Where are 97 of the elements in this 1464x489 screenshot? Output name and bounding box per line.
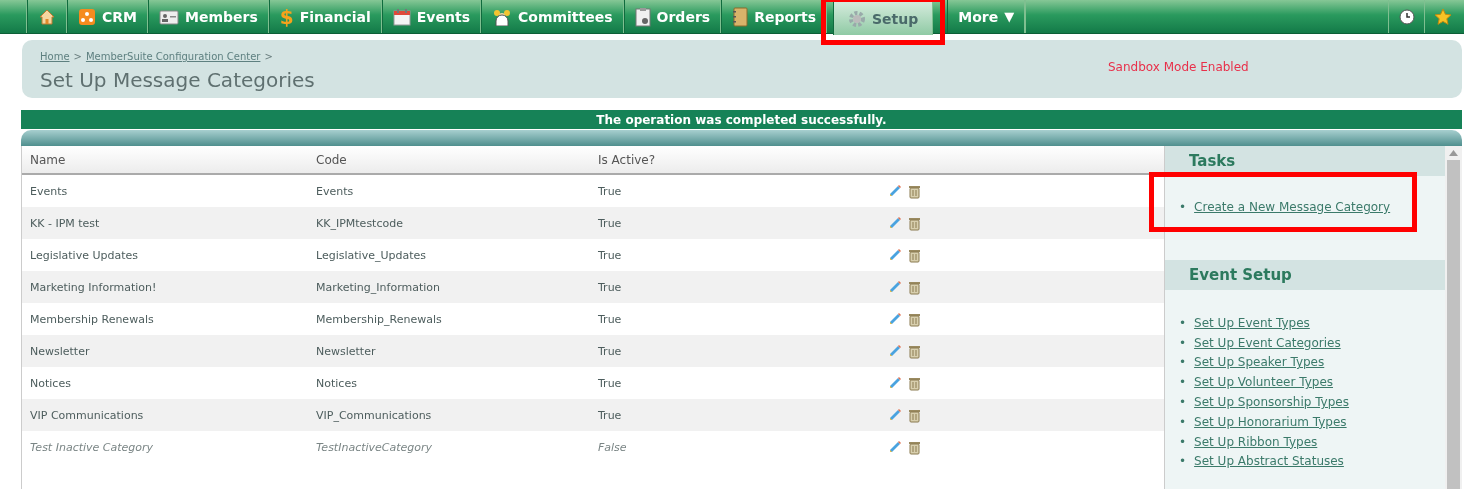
pencil-icon[interactable] <box>888 439 902 454</box>
nav-tab[interactable]: Events <box>381 0 481 33</box>
list-bullet: • <box>1179 374 1187 392</box>
sidebar-link[interactable]: Set Up Sponsorship Types <box>1194 393 1349 413</box>
house-icon <box>38 7 56 26</box>
dollar-icon: $ <box>279 4 294 29</box>
table-cell-text: Legislative Updates <box>29 248 139 262</box>
nav-tab[interactable]: $ Financial <box>268 0 382 33</box>
table-cell-text: KK - IPM test <box>29 216 101 230</box>
pencil-icon[interactable] <box>888 183 902 198</box>
success-message: The operation was completed successfully. <box>21 110 1462 129</box>
page-title: Set Up Message Categories <box>40 68 316 92</box>
list-bullet: • <box>1179 394 1187 411</box>
pencil-icon[interactable] <box>888 215 902 230</box>
nav-tab[interactable]: Orders <box>623 0 722 33</box>
clock-icon <box>1398 8 1415 25</box>
table-cell-text: Marketing Information! <box>29 280 158 294</box>
breadcrumb-link[interactable]: MemberSuite Configuration Center <box>85 51 261 62</box>
people-icon <box>492 7 512 26</box>
trash-icon[interactable] <box>908 343 921 359</box>
trash-icon[interactable] <box>908 215 921 231</box>
table-cell-text: Events <box>29 184 69 198</box>
table-cell-text: Marketing_Information <box>315 280 441 294</box>
nav-tab[interactable] <box>27 0 67 33</box>
nav-tab[interactable]: Setup <box>833 2 934 35</box>
breadcrumb-link[interactable]: Home <box>40 51 70 62</box>
trash-icon[interactable] <box>908 183 921 199</box>
table-cell-text: True <box>597 376 623 390</box>
list-bullet: • <box>1179 413 1187 431</box>
table-cell-text: Test Inactive Category <box>29 440 155 454</box>
trash-icon[interactable] <box>908 311 921 327</box>
sidebar-link[interactable]: Set Up Ribbon Types <box>1194 432 1318 453</box>
gear-icon <box>848 9 866 28</box>
nav-tab[interactable]: Reports <box>721 0 827 33</box>
pencil-icon[interactable] <box>888 311 902 326</box>
table-cell-text: True <box>597 248 623 262</box>
calendar-icon <box>392 7 411 26</box>
pencil-icon[interactable] <box>888 343 902 358</box>
table-cell-text: Notices <box>315 376 358 390</box>
breadcrumb-separator: > <box>264 51 273 62</box>
breadcrumb-separator: > <box>73 51 82 62</box>
more-menu[interactable]: More ▼ <box>947 0 1026 33</box>
table-cell-text: VIP_Communications <box>315 408 433 422</box>
sidebar-link[interactable]: Set Up Speaker Types <box>1194 353 1325 374</box>
clipboard-icon <box>634 6 651 27</box>
star-icon <box>1433 7 1452 26</box>
table-cell-text: True <box>597 408 623 422</box>
table-cell-text: TestInactiveCategory <box>315 440 434 454</box>
table-cell-text: False <box>597 440 628 454</box>
trash-icon[interactable] <box>908 375 921 391</box>
table-cell-text: True <box>597 312 623 326</box>
trash-icon[interactable] <box>908 439 921 455</box>
table-cell-text: VIP Communications <box>29 408 145 422</box>
table-cell-text: Events <box>315 184 355 198</box>
pencil-icon[interactable] <box>888 375 902 390</box>
pencil-icon[interactable] <box>888 247 902 262</box>
list-bullet: • <box>1179 433 1187 451</box>
table-cell-text: Membership Renewals <box>29 312 155 326</box>
crm-icon <box>78 7 96 26</box>
table-cell-text: KK_IPMtestcode <box>315 216 404 230</box>
id-card-icon <box>159 8 179 25</box>
list-bullet: • <box>1179 199 1187 216</box>
table-cell-text: True <box>597 184 623 198</box>
pencil-icon[interactable] <box>888 279 902 294</box>
sidebar-link[interactable]: Set Up Event Categories <box>1194 333 1341 354</box>
trash-icon[interactable] <box>908 407 921 423</box>
table-cell-text: Legislative_Updates <box>315 248 427 262</box>
column-header: Code <box>315 152 348 167</box>
column-header: Is Active? <box>597 152 657 167</box>
nav-tab[interactable]: Committees <box>481 0 624 33</box>
sidebar-link[interactable]: Set Up Honorarium Types <box>1194 412 1347 433</box>
table-cell-text: Membership_Renewals <box>315 312 443 326</box>
sidebar-link[interactable]: Set Up Volunteer Types <box>1194 373 1333 393</box>
list-bullet: • <box>1179 453 1187 471</box>
sidebar-heading: Event Setup <box>1165 259 1445 290</box>
sidebar-link[interactable]: Set Up Abstract Statuses <box>1194 452 1344 473</box>
list-bullet: • <box>1179 354 1187 372</box>
list-bullet: • <box>1179 334 1187 352</box>
list-bullet: • <box>1179 314 1187 332</box>
trash-icon[interactable] <box>908 247 921 263</box>
table-cell-text: True <box>597 216 623 230</box>
sidebar-link[interactable]: Set Up Event Types <box>1194 313 1310 334</box>
table-cell-text: Newsletter <box>315 344 377 358</box>
column-header: Name <box>29 152 67 167</box>
trash-icon[interactable] <box>908 279 921 295</box>
pencil-icon[interactable] <box>888 407 902 422</box>
scroll-up-icon[interactable] <box>1449 150 1458 156</box>
nav-tab[interactable]: Members <box>148 0 269 33</box>
sandbox-notice: Sandbox Mode Enabled <box>1108 60 1249 76</box>
table-cell-text: True <box>597 344 623 358</box>
nav-tab[interactable]: CRM <box>67 0 148 33</box>
table-cell-text: Newsletter <box>29 344 91 358</box>
notebook-icon <box>732 6 749 27</box>
scrollbar[interactable] <box>1445 146 1462 489</box>
sidebar-link[interactable]: Create a New Message Category <box>1194 198 1391 218</box>
table-cell-text: True <box>597 280 623 294</box>
table-cell-text: Notices <box>29 376 72 390</box>
